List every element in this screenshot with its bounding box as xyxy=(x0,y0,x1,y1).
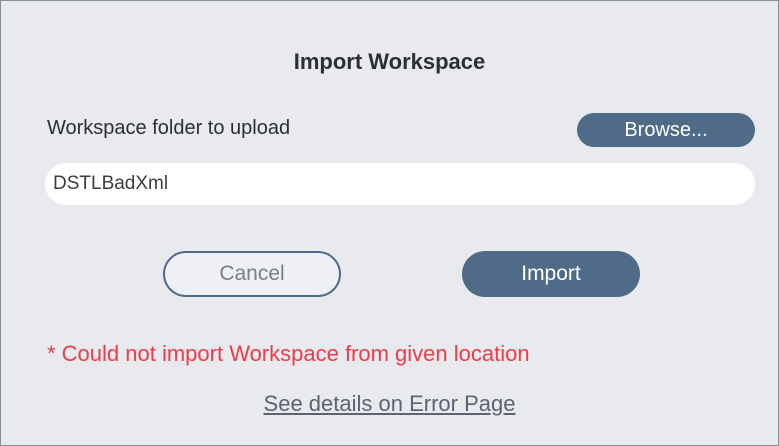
folder-path-input[interactable] xyxy=(45,163,755,205)
error-message: * Could not import Workspace from given … xyxy=(47,341,530,366)
import-workspace-dialog: Import Workspace Workspace folder to upl… xyxy=(0,0,779,446)
folder-label: Workspace folder to upload xyxy=(47,117,291,139)
error-details-container: See details on Error Page xyxy=(1,391,778,417)
import-button[interactable]: Import xyxy=(462,251,640,297)
cancel-button[interactable]: Cancel xyxy=(163,251,341,297)
browse-button[interactable]: Browse... xyxy=(577,113,755,147)
error-page-link[interactable]: See details on Error Page xyxy=(264,391,516,416)
dialog-title: Import Workspace xyxy=(293,49,486,74)
